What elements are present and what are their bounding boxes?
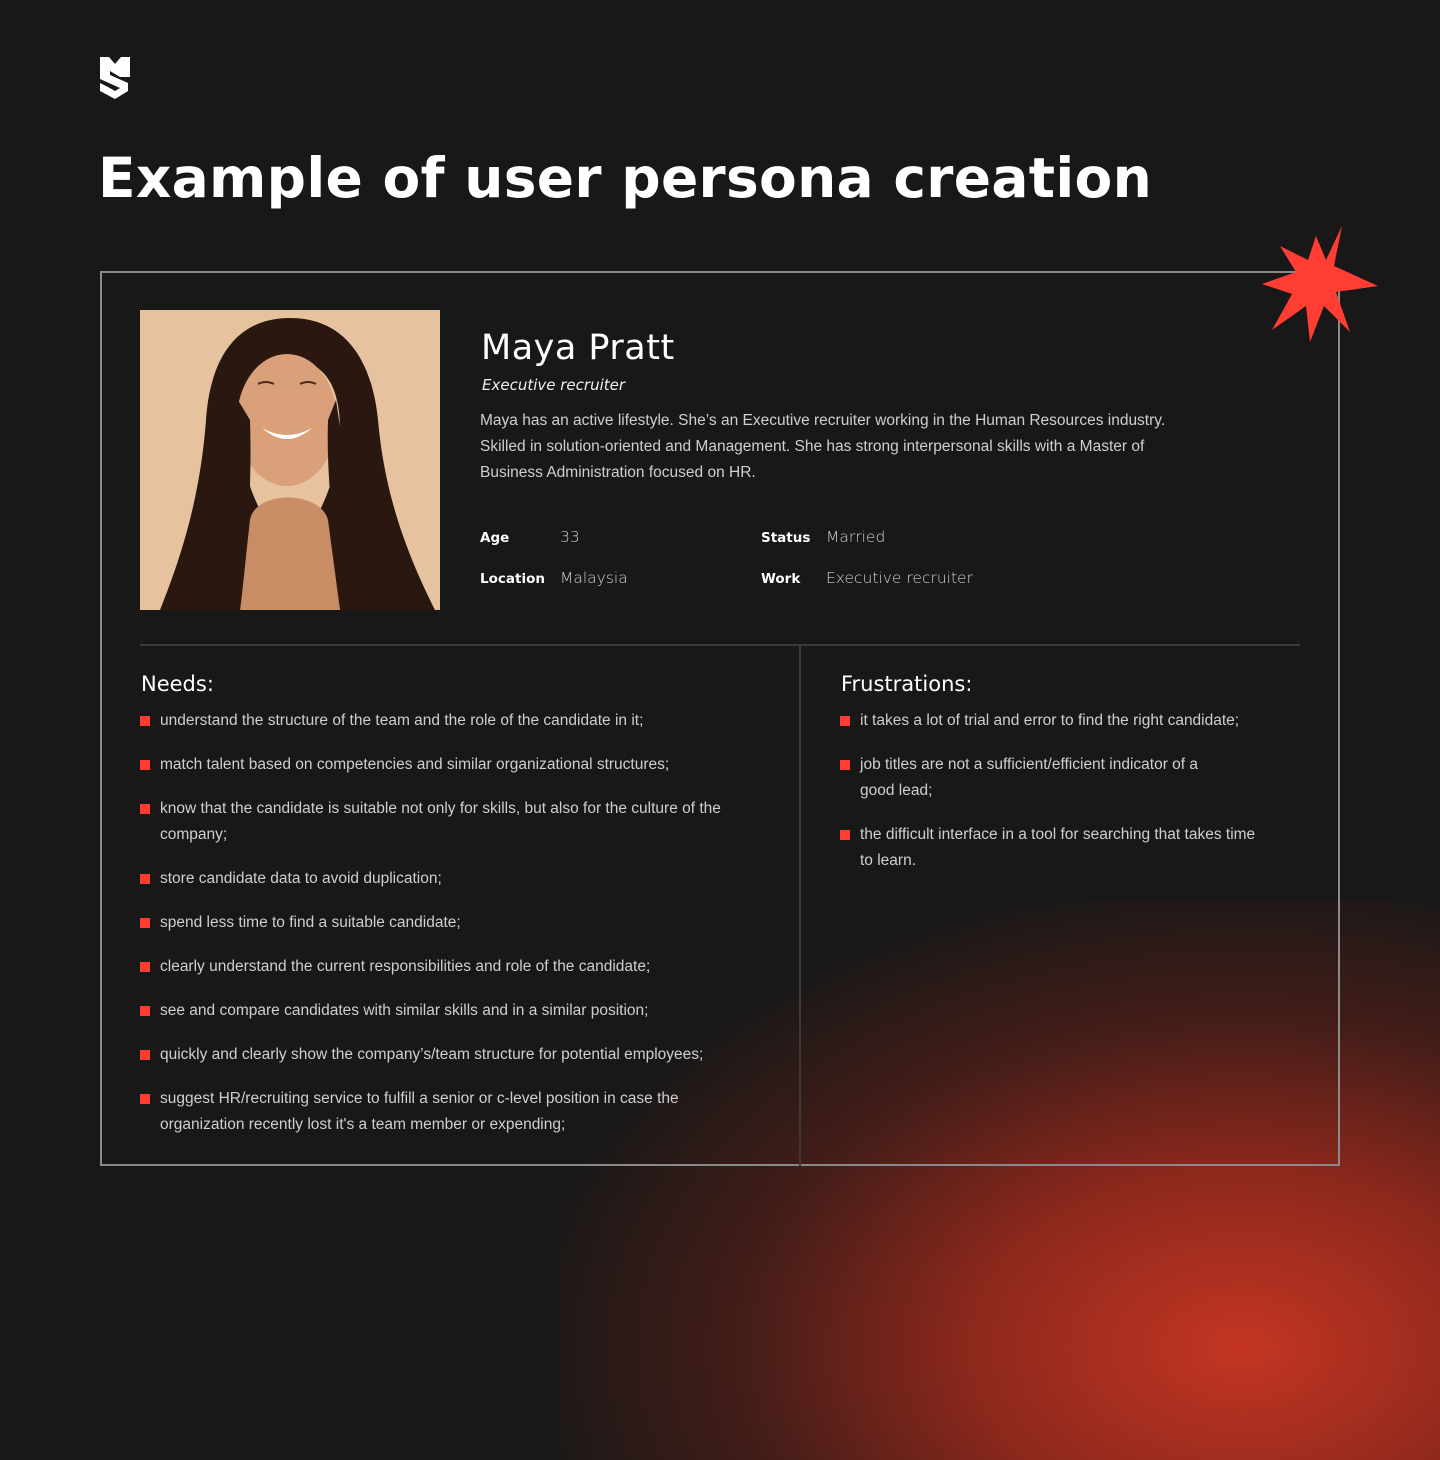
needs-item: quickly and clearly show the company’s/t… [140,1042,780,1068]
bullet-square-icon [140,1006,150,1016]
bullet-square-icon [840,760,850,770]
fact-label: Work [761,571,801,587]
needs-item: see and compare candidates with similar … [140,998,780,1024]
needs-item: clearly understand the current responsib… [140,954,780,980]
needs-item-text: match talent based on competencies and s… [160,756,670,773]
fact-label: Location [480,571,545,587]
fact-value: 33 [560,528,580,546]
persona-facts: Age 33 Location Malaysia Status Married … [480,526,1040,596]
frustrations-item: the difficult interface in a tool for se… [840,822,1270,874]
frustrations-item: job titles are not a sufficient/efficien… [840,752,1220,804]
needs-title: Needs: [141,672,214,696]
bullet-square-icon [140,804,150,814]
bullet-square-icon [840,716,850,726]
fact-value: Malaysia [560,569,628,587]
needs-item: match talent based on competencies and s… [140,752,780,778]
persona-role: Executive recruiter [482,376,626,394]
bullet-square-icon [140,1050,150,1060]
frustrations-title: Frustrations: [841,672,973,696]
bullet-square-icon [140,716,150,726]
page-title: Example of user persona creation [98,146,1153,210]
bullet-square-icon [140,874,150,884]
needs-item-text: know that the candidate is suitable not … [160,800,721,843]
needs-item-text: suggest HR/recruiting service to fulfill… [160,1090,679,1133]
bullet-square-icon [140,1094,150,1104]
brand-logo-icon [100,57,130,99]
fact-label: Age [480,530,510,546]
frustrations-item-text: the difficult interface in a tool for se… [860,826,1256,869]
needs-item: know that the candidate is suitable not … [140,796,740,848]
bullet-square-icon [840,830,850,840]
persona-photo [140,310,440,610]
portrait-illustration [140,310,440,610]
bullet-square-icon [140,760,150,770]
needs-item: understand the structure of the team and… [140,708,780,734]
section-divider-vertical [799,646,801,1166]
persona-name: Maya Pratt [481,328,675,368]
fact-value: Executive recruiter [826,569,973,587]
needs-item-text: understand the structure of the team and… [160,712,644,729]
fact-label: Status [761,530,811,546]
needs-item-text: store candidate data to avoid duplicatio… [160,870,442,887]
frustrations-item: it takes a lot of trial and error to fin… [840,708,1290,734]
needs-item-text: spend less time to find a suitable candi… [160,914,461,931]
needs-item-text: see and compare candidates with similar … [160,1002,649,1019]
needs-item: suggest HR/recruiting service to fulfill… [140,1086,680,1138]
persona-bio: Maya has an active lifestyle. She’s an E… [480,412,1166,481]
fact-value: Married [826,528,886,546]
needs-item-text: clearly understand the current responsib… [160,958,651,975]
frustrations-item-text: job titles are not a sufficient/efficien… [860,756,1199,799]
section-divider-horizontal [140,644,1300,646]
needs-item: store candidate data to avoid duplicatio… [140,866,780,892]
bullet-square-icon [140,918,150,928]
starburst-icon [1262,226,1378,342]
needs-item-text: quickly and clearly show the company’s/t… [160,1046,704,1063]
frustrations-item-text: it takes a lot of trial and error to fin… [860,712,1240,729]
needs-list: understand the structure of the team and… [140,708,780,1156]
bullet-square-icon [140,962,150,972]
frustrations-list: it takes a lot of trial and error to fin… [840,708,1290,892]
needs-item: spend less time to find a suitable candi… [140,910,780,936]
